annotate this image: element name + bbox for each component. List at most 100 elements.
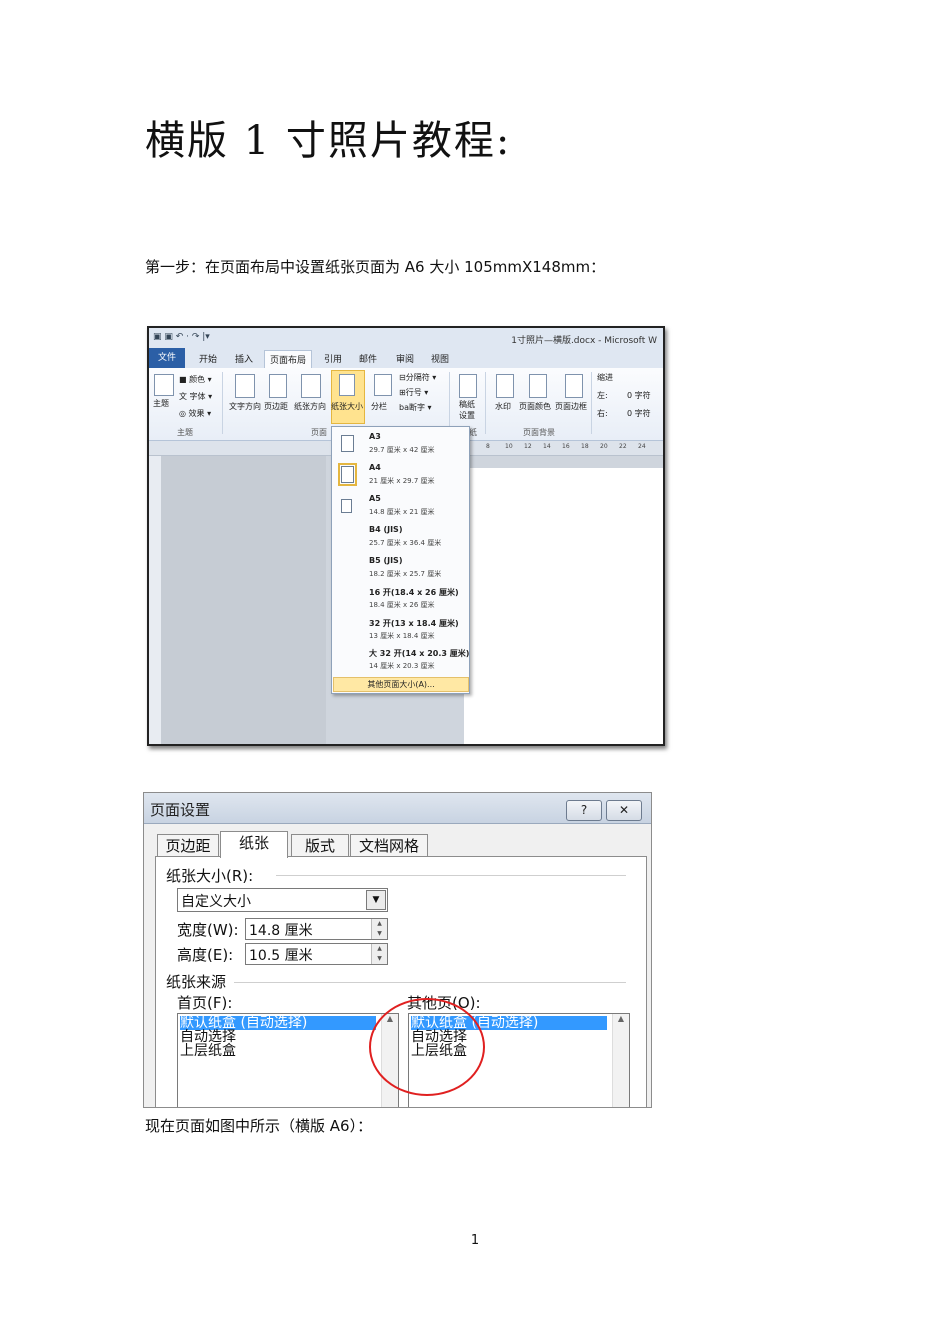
chevron-down-icon[interactable]: ▼	[366, 890, 386, 910]
help-button[interactable]: ?	[566, 800, 602, 821]
margins-icon[interactable]	[269, 374, 287, 398]
more-paper-sizes-item[interactable]: 其他页面大小(A)...	[333, 677, 469, 692]
indent-title: 缩进	[597, 373, 613, 382]
width-input[interactable]: 14.8 厘米 ▲ ▼	[245, 918, 388, 940]
page-color-icon[interactable]	[529, 374, 547, 398]
colors-label: 颜色	[189, 375, 206, 384]
ribbon-separator	[591, 372, 592, 434]
step1-text: 第一步：在页面布局中设置纸张页面为 A6 大小 105mmX148mm：	[145, 258, 606, 276]
tab-page-layout[interactable]: 页面布局	[264, 350, 313, 368]
line-numbers-button[interactable]: ⊞行号 ▾	[399, 387, 428, 398]
paper-icon	[338, 463, 357, 486]
orientation-button[interactable]: 纸张方向	[294, 401, 326, 412]
spin-down-icon[interactable]: ▼	[371, 929, 387, 939]
ribbon-separator	[449, 372, 450, 434]
note-text: 现在页面如图中所示（横版 A6）：	[145, 1117, 373, 1135]
draft-paper-icon[interactable]	[459, 374, 477, 398]
indent-right-input[interactable]: 0 字符	[627, 408, 651, 419]
tray-option[interactable]: 上层纸盒	[180, 1044, 236, 1058]
paper-size-dim: 18.4 厘米 x 26 厘米	[369, 601, 435, 609]
ruler-tick: 16	[562, 443, 570, 450]
document-page	[464, 468, 663, 744]
tab-references[interactable]: 引用	[324, 352, 342, 365]
tab-paper[interactable]: 纸张	[220, 831, 288, 858]
spin-down-icon[interactable]: ▼	[371, 954, 387, 964]
width-label: 宽度(W):	[177, 921, 239, 939]
text-direction-button[interactable]: 文字方向	[229, 401, 261, 412]
effects-label: 效果	[188, 409, 205, 418]
list-scrollbar[interactable]: ▲	[612, 1014, 629, 1107]
draft-line2[interactable]: 设置	[459, 410, 475, 421]
indent-left-input[interactable]: 0 字符	[627, 390, 651, 401]
orientation-icon[interactable]	[301, 374, 321, 398]
tab-mailings[interactable]: 邮件	[359, 352, 377, 365]
first-page-tray-list[interactable]: 默认纸盒 (自动选择) 自动选择 上层纸盒 ▲	[177, 1013, 399, 1107]
paper-size-dim: 29.7 厘米 x 42 厘米	[369, 446, 435, 454]
section-divider	[234, 982, 626, 983]
paper-size-name: 大 32 开(14 x 20.3 厘米)	[369, 649, 470, 658]
margins-button[interactable]: 页边距	[264, 401, 288, 412]
paper-size-dim: 18.2 厘米 x 25.7 厘米	[369, 570, 442, 578]
paper-size-option[interactable]: A3 29.7 厘米 x 42 厘米	[332, 429, 469, 459]
colors-button[interactable]: ■ 颜色 ▾	[179, 374, 212, 385]
hyphenation-label: 断字	[408, 403, 425, 412]
tab-home[interactable]: 开始	[199, 352, 217, 365]
word-titlebar: ▣ ▣ ↶ · ↷ |▾ 1寸照片—横版.docx - Microsoft W	[149, 328, 663, 348]
page-number: 1	[470, 1233, 480, 1248]
watermark-button[interactable]: 水印	[495, 401, 511, 412]
paper-size-dim: 21 厘米 x 29.7 厘米	[369, 477, 435, 485]
paper-size-name: B4 (JIS)	[369, 525, 403, 534]
columns-icon[interactable]	[374, 374, 392, 396]
breaks-button[interactable]: ⊟分隔符 ▾	[399, 372, 436, 383]
tab-view[interactable]: 视图	[431, 352, 449, 365]
paper-size-option[interactable]: 16 开(18.4 x 26 厘米) 18.4 厘米 x 26 厘米	[332, 584, 469, 614]
themes-icon[interactable]	[154, 374, 174, 396]
columns-button[interactable]: 分栏	[371, 401, 387, 412]
paper-size-option[interactable]: A4 21 厘米 x 29.7 厘米	[332, 460, 469, 490]
tab-insert[interactable]: 插入	[235, 352, 253, 365]
page-borders-icon[interactable]	[565, 374, 583, 398]
page-setup-group-label: 页面	[311, 428, 327, 437]
effects-button[interactable]: ◎ 效果 ▾	[179, 408, 211, 419]
word-ribbon-screenshot: ▣ ▣ ↶ · ↷ |▾ 1寸照片—横版.docx - Microsoft W …	[147, 326, 665, 746]
fonts-label: 字体	[189, 392, 206, 401]
paper-size-option[interactable]: B5 (JIS) 18.2 厘米 x 25.7 厘米	[332, 553, 469, 583]
paper-size-option[interactable]: 大 32 开(14 x 20.3 厘米) 14 厘米 x 20.3 厘米	[332, 645, 469, 675]
draft-line1[interactable]: 稿纸	[459, 399, 475, 410]
size-icon[interactable]	[339, 374, 355, 396]
tray-option[interactable]: 默认纸盒 (自动选择)	[180, 1016, 376, 1030]
text-direction-icon[interactable]	[235, 374, 255, 398]
tray-option[interactable]: 自动选择	[180, 1030, 236, 1044]
spin-up-icon[interactable]: ▲	[371, 944, 387, 954]
themes-button[interactable]: 主题	[153, 398, 169, 409]
paper-icon	[341, 499, 352, 513]
ruler-tick: 10	[505, 443, 513, 450]
paper-size-name: B5 (JIS)	[369, 556, 403, 565]
page-color-button[interactable]: 页面颜色	[519, 401, 551, 412]
height-value: 10.5 厘米	[249, 948, 313, 964]
tab-review[interactable]: 审阅	[396, 352, 414, 365]
watermark-icon[interactable]	[496, 374, 514, 398]
tab-margins[interactable]: 页边距	[157, 834, 219, 857]
ruler-tick: 18	[581, 443, 589, 450]
dialog-titlebar: 页面设置 ? ✕	[144, 793, 651, 824]
tab-layout[interactable]: 版式	[291, 834, 349, 857]
ruler-tick: 14	[543, 443, 551, 450]
size-button[interactable]: 纸张大小	[331, 401, 363, 412]
fonts-button[interactable]: 文 字体 ▾	[179, 391, 212, 402]
tab-document-grid[interactable]: 文档网格	[350, 834, 428, 857]
breaks-label: 分隔符	[405, 373, 430, 382]
spin-up-icon[interactable]: ▲	[371, 919, 387, 929]
page-borders-button[interactable]: 页面边框	[555, 401, 587, 412]
paper-size-option[interactable]: B4 (JIS) 25.7 厘米 x 36.4 厘米	[332, 522, 469, 552]
tab-file[interactable]: 文件	[149, 348, 185, 368]
hyphenation-button[interactable]: ba断字 ▾	[399, 402, 432, 413]
paper-size-name: A3	[369, 432, 381, 441]
paper-size-option[interactable]: 32 开(13 x 18.4 厘米) 13 厘米 x 18.4 厘米	[332, 615, 469, 645]
paper-size-dim: 25.7 厘米 x 36.4 厘米	[369, 539, 442, 547]
close-button[interactable]: ✕	[606, 800, 642, 821]
height-input[interactable]: 10.5 厘米 ▲ ▼	[245, 943, 388, 965]
paper-size-option[interactable]: A5 14.8 厘米 x 21 厘米	[332, 491, 469, 521]
ruler-tick: 8	[486, 443, 490, 450]
paper-size-select[interactable]: 自定义大小 ▼	[177, 888, 388, 912]
